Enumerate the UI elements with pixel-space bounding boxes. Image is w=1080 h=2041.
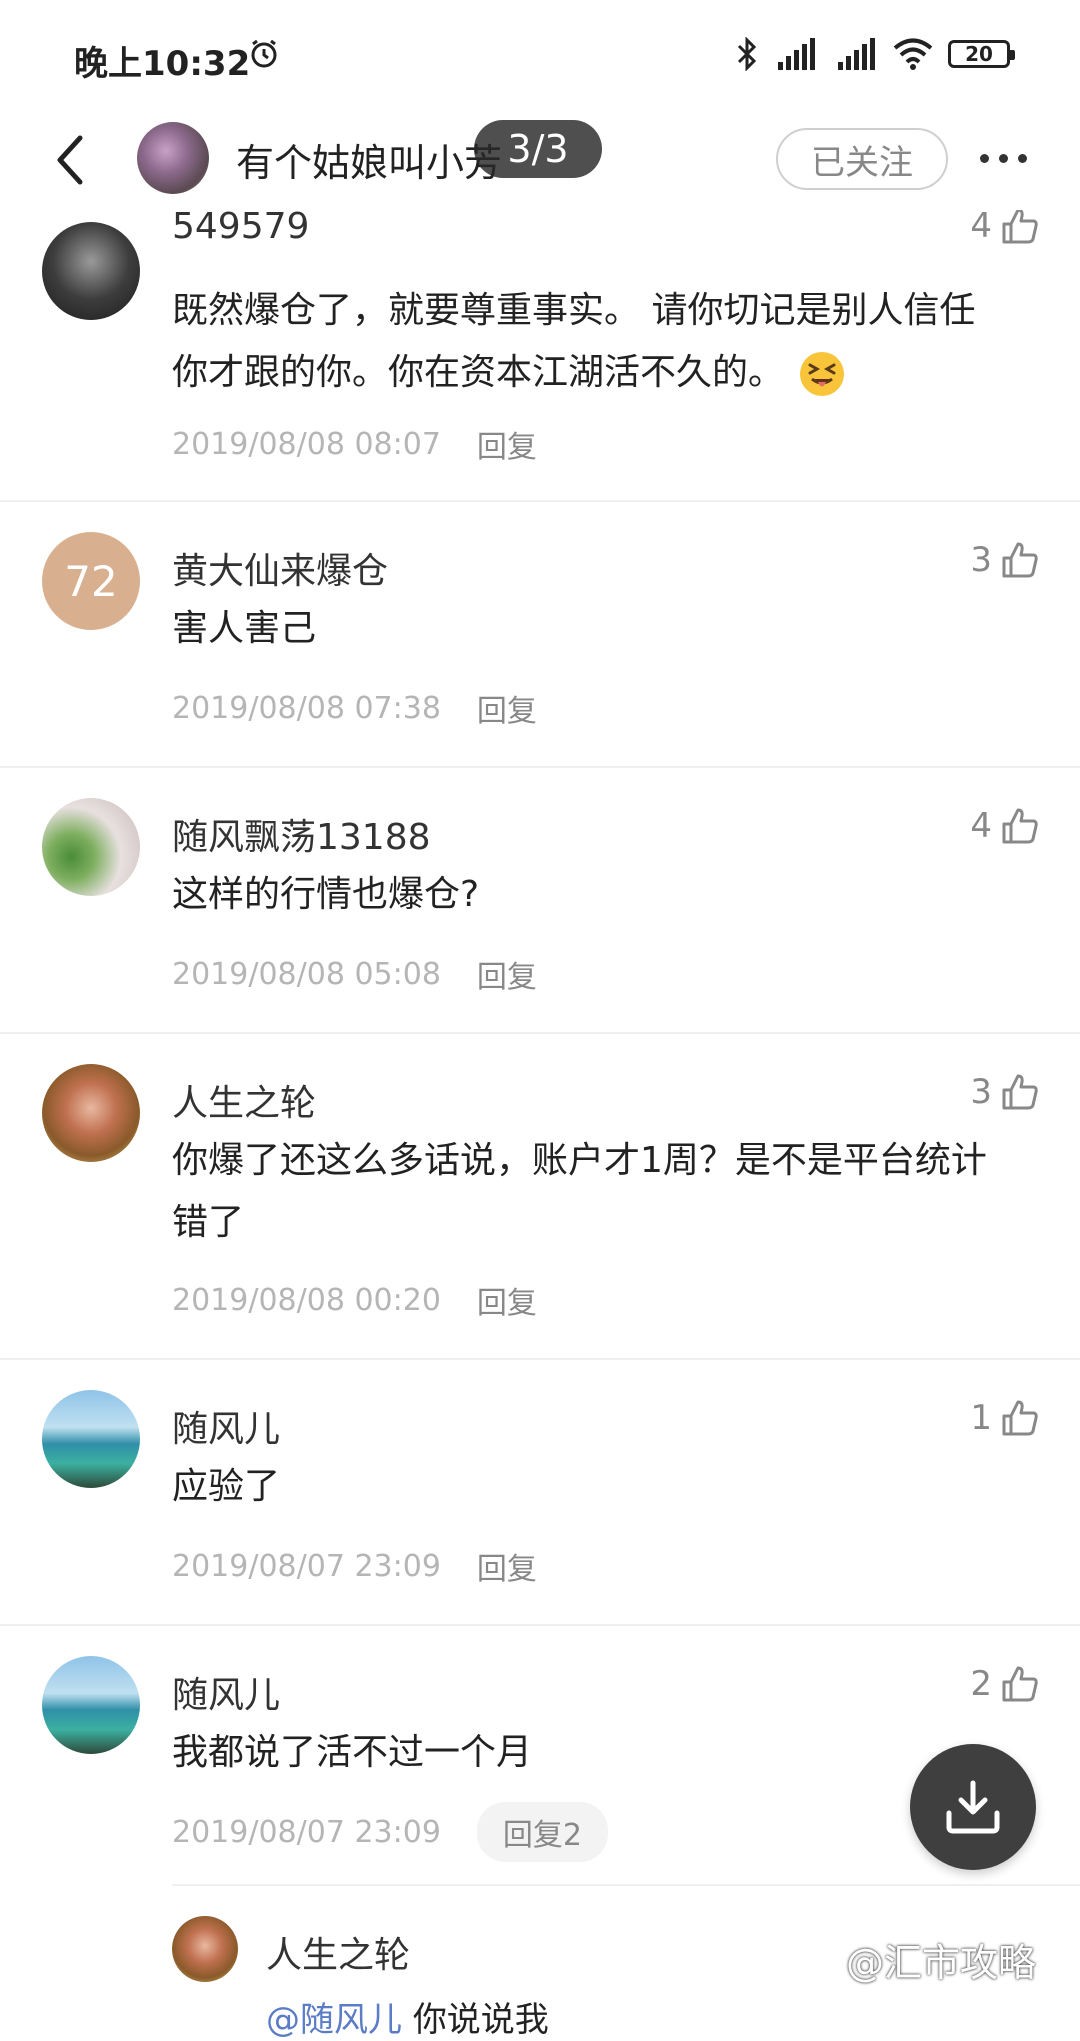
like-button[interactable]: 4 xyxy=(970,806,1040,846)
like-button[interactable]: 2 xyxy=(970,1664,1040,1704)
commenter-avatar[interactable] xyxy=(42,1390,140,1488)
comment-item: 随风飘荡13188 4 这样的行情也爆仓? 2019/08/08 05:08 回… xyxy=(0,768,1080,1034)
watermark: @汇市攻略 xyxy=(846,1941,1037,1985)
like-button[interactable]: 3 xyxy=(970,540,1040,580)
reply-button[interactable]: 回复 xyxy=(477,1544,537,1588)
reply-button[interactable]: 回复 xyxy=(477,686,537,730)
sub-reply-avatar[interactable] xyxy=(172,1916,238,1982)
top-nav: 有个姑娘叫小芳 3/3 已关注 xyxy=(0,110,1080,210)
comment-text: 既然爆仓了，就要尊重事实。 请你切记是别人信任 你才跟的你。你在资本江湖活不久的… xyxy=(172,280,1042,404)
download-button[interactable] xyxy=(910,1744,1036,1870)
comment-item: 549579 4 既然爆仓了，就要尊重事实。 请你切记是别人信任 你才跟的你。你… xyxy=(0,206,1080,502)
comment-time: 2019/08/08 07:38 xyxy=(172,690,441,726)
signal-1-icon xyxy=(772,36,818,72)
comment-text: 应验了 xyxy=(172,1466,281,1507)
comment-meta: 2019/08/08 08:07 回复 xyxy=(172,422,537,466)
thumbs-up-icon xyxy=(1002,1666,1038,1702)
page-indicator: 3/3 xyxy=(474,120,602,178)
follow-button[interactable]: 已关注 xyxy=(776,128,948,190)
commenter-avatar[interactable] xyxy=(42,1656,140,1754)
comment-list: 549579 4 既然爆仓了，就要尊重事实。 请你切记是别人信任 你才跟的你。你… xyxy=(0,206,1080,2040)
like-count: 4 xyxy=(970,806,992,846)
comment-time: 2019/08/08 00:20 xyxy=(172,1282,441,1318)
emoji-squint-tongue-icon xyxy=(800,352,845,396)
commenter-name[interactable]: 随风飘荡13188 xyxy=(172,808,431,860)
commenter-avatar[interactable] xyxy=(42,1064,140,1162)
comment-text: 这样的行情也爆仓? xyxy=(172,874,480,915)
comment-meta: 2019/08/08 00:20 回复 xyxy=(172,1278,537,1322)
like-count: 1 xyxy=(970,1398,992,1438)
comment-text: 害人害己 xyxy=(172,608,317,649)
like-count: 4 xyxy=(970,206,992,246)
commenter-avatar[interactable] xyxy=(42,798,140,896)
comment-item: 72 黄大仙来爆仓 3 害人害己 2019/08/08 07:38 回复 xyxy=(0,502,1080,768)
comment-meta: 2019/08/07 23:09 回复2 xyxy=(172,1802,608,1862)
chevron-left-icon xyxy=(57,135,83,185)
signal-2-icon xyxy=(832,36,878,72)
comment-meta: 2019/08/08 07:38 回复 xyxy=(172,686,537,730)
more-options-button[interactable] xyxy=(980,146,1040,170)
comment-text: 你爆了还这么多话说，账户才1周？是不是平台统计 错了 xyxy=(172,1140,987,1243)
user-avatar[interactable] xyxy=(137,122,209,194)
back-button[interactable] xyxy=(48,130,98,190)
status-time: 晚上10:32 xyxy=(74,44,251,84)
commenter-name[interactable]: 549579 xyxy=(172,206,309,247)
replies-count-button[interactable]: 回复2 xyxy=(476,1802,608,1862)
reply-button[interactable]: 回复 xyxy=(477,422,537,466)
mention-link[interactable]: @随风儿 xyxy=(266,2000,402,2040)
like-button[interactable]: 3 xyxy=(970,1072,1040,1112)
wifi-icon xyxy=(892,37,934,71)
thumbs-up-icon xyxy=(1002,208,1038,244)
commenter-name[interactable]: 黄大仙来爆仓 xyxy=(172,542,388,594)
like-button[interactable]: 1 xyxy=(970,1398,1040,1438)
page-title: 有个姑娘叫小芳 xyxy=(236,141,503,185)
thumbs-up-icon xyxy=(1002,1400,1038,1436)
comment-item: 随风儿 1 应验了 2019/08/07 23:09 回复 xyxy=(0,1360,1080,1626)
sub-reply-text: @随风儿 你说说我 xyxy=(266,2000,549,2040)
comment-meta: 2019/08/07 23:09 回复 xyxy=(172,1544,537,1588)
commenter-name[interactable]: 随风儿 xyxy=(172,1400,280,1452)
comment-text: 我都说了活不过一个月 xyxy=(172,1732,533,1773)
bluetooth-icon xyxy=(736,37,758,71)
battery-indicator: 20 xyxy=(948,40,1015,68)
reply-button[interactable]: 回复 xyxy=(477,952,537,996)
status-icons: 20 xyxy=(736,34,1015,74)
reply-button[interactable]: 回复 xyxy=(477,1278,537,1322)
like-count: 3 xyxy=(970,540,992,580)
sub-reply-name[interactable]: 人生之轮 xyxy=(266,1926,410,1978)
comment-time: 2019/08/07 23:09 xyxy=(172,1548,441,1584)
thumbs-up-icon xyxy=(1002,1074,1038,1110)
like-count: 3 xyxy=(970,1072,992,1112)
commenter-avatar[interactable]: 72 xyxy=(42,532,140,630)
like-count: 2 xyxy=(970,1664,992,1704)
comment-item: 人生之轮 3 你爆了还这么多话说，账户才1周？是不是平台统计 错了 2019/0… xyxy=(0,1034,1080,1360)
alarm-icon xyxy=(248,38,280,70)
commenter-avatar[interactable] xyxy=(42,222,140,320)
like-button[interactable]: 4 xyxy=(970,206,1040,246)
comment-meta: 2019/08/08 05:08 回复 xyxy=(172,952,537,996)
status-bar: 晚上10:32 20 xyxy=(0,0,1080,110)
commenter-name[interactable]: 人生之轮 xyxy=(172,1074,316,1126)
download-icon xyxy=(946,1780,1000,1834)
thumbs-up-icon xyxy=(1002,542,1038,578)
comment-time: 2019/08/07 23:09 xyxy=(172,1814,441,1850)
thumbs-up-icon xyxy=(1002,808,1038,844)
divider xyxy=(172,1884,1080,1886)
comment-time: 2019/08/08 05:08 xyxy=(172,956,441,992)
comment-time: 2019/08/08 08:07 xyxy=(172,426,441,462)
commenter-name[interactable]: 随风儿 xyxy=(172,1666,280,1718)
